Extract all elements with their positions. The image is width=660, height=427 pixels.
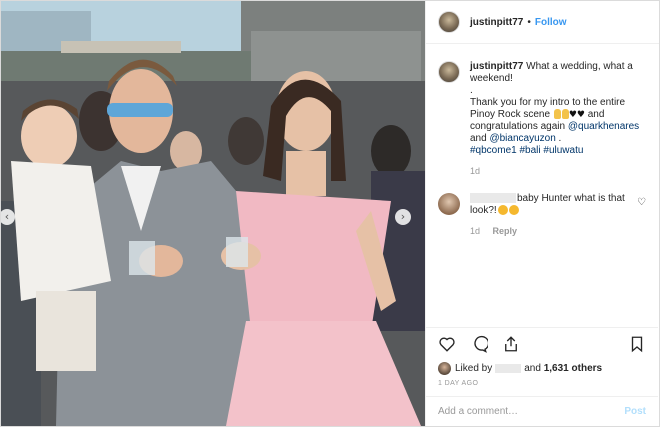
share-icon[interactable] xyxy=(502,335,520,353)
next-photo-icon[interactable]: › xyxy=(395,209,411,225)
comment-icon[interactable] xyxy=(470,335,488,353)
post-timestamp: 1 DAY AGO xyxy=(438,380,479,387)
grinning-emoji-icon xyxy=(497,205,508,216)
caption-dot-line: . xyxy=(470,85,473,96)
liked-by-prefix: Liked by xyxy=(455,362,493,374)
instagram-post-window: ‹ › justinpitt77 • Follow justinpitt77 W… xyxy=(0,0,660,427)
caption-meta: 1d xyxy=(470,165,645,177)
caption-username[interactable]: justinpitt77 xyxy=(470,61,523,72)
caption-time: 1d xyxy=(470,166,481,176)
post-header: justinpitt77 • Follow xyxy=(426,1,659,44)
comments-list[interactable]: justinpitt77 What a wedding, what a week… xyxy=(426,45,658,327)
comment-time: 1d xyxy=(470,226,481,236)
author-username[interactable]: justinpitt77 xyxy=(470,17,523,28)
follow-button[interactable]: Follow xyxy=(535,17,567,28)
reply-button[interactable]: Reply xyxy=(493,226,518,236)
post-photo[interactable]: ‹ › xyxy=(1,1,425,426)
liked-by-and: and xyxy=(524,362,541,374)
redacted-liker xyxy=(495,363,522,373)
comment-text: baby Hunter what is that look?! 1d Reply xyxy=(470,193,645,237)
caption-and: and xyxy=(470,133,487,144)
caption-text: justinpitt77 What a wedding, what a week… xyxy=(470,61,645,177)
grinning-emoji-icon xyxy=(508,205,519,216)
action-icons xyxy=(438,328,646,360)
post-actions: Liked by and 1,631 others 1 DAY AGO xyxy=(426,327,658,387)
black-heart-emoji-icon: ♥♥ xyxy=(568,110,585,120)
author-avatar[interactable] xyxy=(438,11,460,33)
mention-link[interactable]: @quarkhenares xyxy=(568,121,639,132)
heart-icon[interactable] xyxy=(438,335,456,353)
clapping-hands-emoji-icon xyxy=(553,109,561,120)
caption-item: justinpitt77 What a wedding, what a week… xyxy=(438,61,646,177)
comment-meta: 1d Reply xyxy=(470,225,645,237)
like-comment-heart-icon[interactable]: ♡ xyxy=(637,197,646,208)
post-comment-button[interactable]: Post xyxy=(624,406,646,417)
comment-item: baby Hunter what is that look?! 1d Reply… xyxy=(438,193,646,237)
hashtag-links[interactable]: #qbcome1 #bali #uluwatu xyxy=(470,145,583,156)
redacted-username xyxy=(470,193,516,204)
bookmark-icon[interactable] xyxy=(628,335,646,353)
add-comment-bar: Add a comment… Post xyxy=(426,396,658,426)
mention-link[interactable]: @biancayuzon xyxy=(489,133,555,144)
header-separator: • xyxy=(527,16,531,28)
liker-avatar[interactable] xyxy=(438,361,451,375)
post-side-panel: justinpitt77 • Follow justinpitt77 What … xyxy=(425,1,659,426)
likes-count[interactable]: 1,631 others xyxy=(544,363,602,374)
clapping-hands-emoji-icon xyxy=(561,109,569,120)
commenter-avatar[interactable] xyxy=(438,193,460,215)
wedding-photo-illustration xyxy=(1,1,425,426)
liked-by-line: Liked by and 1,631 others xyxy=(438,360,646,376)
caption-avatar[interactable] xyxy=(438,61,460,83)
add-comment-input[interactable]: Add a comment… xyxy=(438,406,624,417)
caption-period: . xyxy=(555,133,562,144)
